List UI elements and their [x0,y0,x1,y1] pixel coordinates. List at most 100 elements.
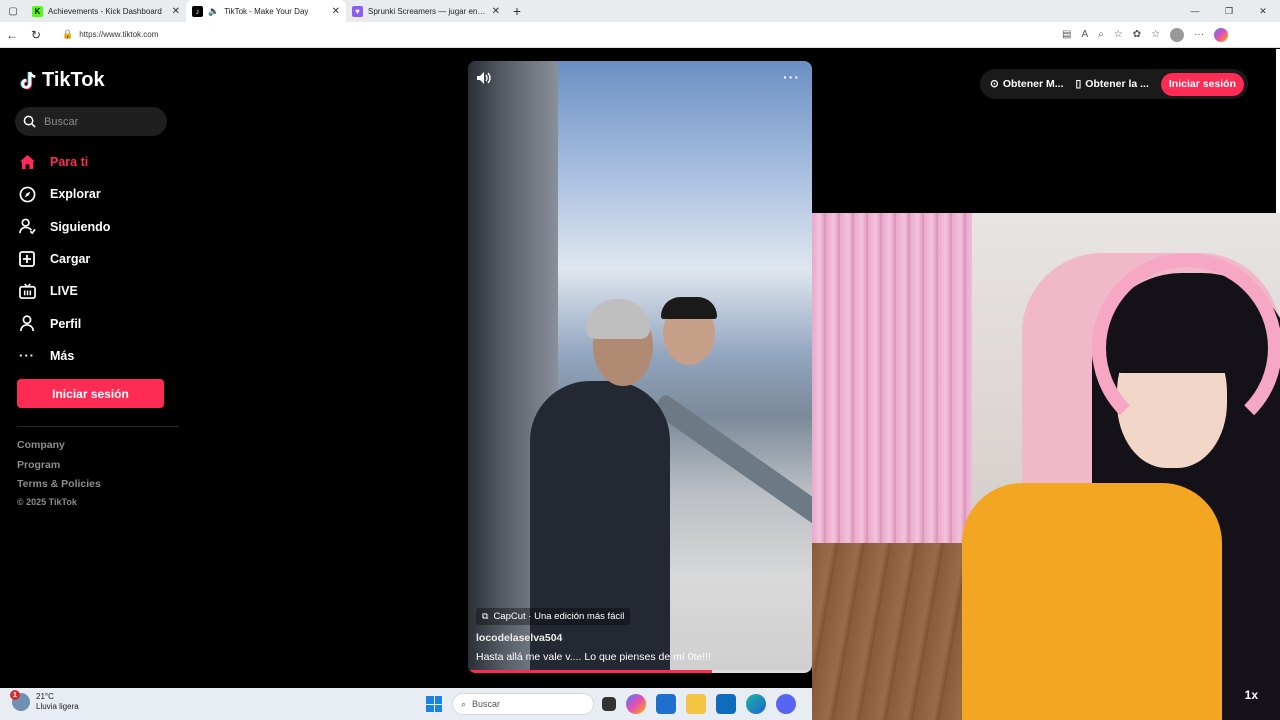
profile-icon [18,315,36,333]
close-icon[interactable]: ✕ [492,6,500,17]
windows-taskbar: 1 21°C Lluvia ligera ⌕ Buscar [0,688,812,720]
video-progress[interactable] [468,670,812,673]
phone-icon: ▯ [1075,78,1082,90]
more-options-icon[interactable]: ··· [783,69,800,85]
translate-icon[interactable]: A [1081,29,1088,40]
topright-login-button[interactable]: Iniciar sesión [1160,72,1245,96]
login-button[interactable]: Iniciar sesión [17,379,164,408]
screen: ▢ K Achievements - Kick Dashboard ✕ ♪ 🔈 … [0,0,1280,720]
url-text: https://www.tiktok.com [79,30,159,39]
copilot-app-icon[interactable] [626,694,646,714]
windows-start-icon[interactable] [426,696,442,712]
url-field[interactable]: 🔒 https://www.tiktok.com [54,24,1054,45]
speaker-icon[interactable]: 🔈 [208,6,219,17]
tiktok-favicon-icon: ♪ [192,5,203,17]
extensions-icon[interactable]: ✿ [1133,29,1141,40]
back-icon[interactable]: ← [0,28,24,42]
sidebar-item-para-ti[interactable]: Para ti [18,146,178,178]
weather-desc: Lluvia ligera [36,702,79,711]
footer-links: Company Program Terms & Policies [17,439,101,498]
capcut-anchor[interactable]: ⧉ CapCut · Una edición más fácil [476,608,631,625]
sidebar-item-label: Explorar [50,187,101,202]
sidebar-item-label: Más [50,348,75,363]
favorite-star-icon[interactable]: ☆ [1114,29,1123,40]
browser-tabbar: ▢ K Achievements - Kick Dashboard ✕ ♪ 🔈 … [0,0,1280,22]
webcam-shirt [962,483,1222,720]
video-progress-fill [468,670,713,673]
file-explorer-icon[interactable] [686,694,706,714]
weather-widget[interactable]: 1 21°C Lluvia ligera [10,690,79,712]
address-bar: ← ↻ 🔒 https://www.tiktok.com ▤ A ⌕ ☆ ✿ ☆… [0,22,1280,48]
tab-label: Sprunki Screamers — jugar en Pl... [368,6,487,16]
video-player[interactable]: ··· ⧉ CapCut · Una edición más fácil loc… [468,61,812,673]
webcam-overlay: 1x [812,213,1280,720]
video-description: Hasta allá me vale v.... Lo que pienses … [476,651,712,663]
sidebar-item-siguiendo[interactable]: Siguiendo [18,211,178,243]
get-app-button[interactable]: ▯ Obtener la ... [1076,78,1149,90]
video-frame-cap [661,297,717,319]
task-view-icon[interactable] [602,697,616,711]
copilot-icon[interactable] [1214,27,1229,42]
sidebar-item-label: Para ti [50,155,89,170]
topright-actions: ⊙ Obtener M... ▯ Obtener la ... Iniciar … [980,69,1249,99]
compass-icon [18,185,36,203]
coin-icon: ⊙ [990,78,999,90]
get-app-label: Obtener la ... [1085,78,1149,90]
site-info-icon[interactable]: 🔒 [62,29,73,40]
footer-link-company[interactable]: Company [17,439,101,459]
search-icon: ⌕ [461,698,467,709]
reader-icon[interactable]: ▤ [1062,29,1071,40]
webcam-curtain [812,213,972,553]
taskbar-search[interactable]: ⌕ Buscar [452,693,594,715]
kick-favicon-icon: K [32,5,43,17]
new-tab-button[interactable]: + [506,0,528,22]
tiktok-logo[interactable]: TikTok [20,69,105,92]
footer-link-program[interactable]: Program [17,459,101,479]
menu-dots-icon[interactable]: ··· [1194,29,1204,40]
tab-kick[interactable]: K Achievements - Kick Dashboard ✕ [26,0,186,22]
volume-icon[interactable] [476,71,492,88]
collections-icon[interactable]: ☆ [1151,29,1160,40]
profile-avatar[interactable] [1170,27,1185,42]
discord-icon[interactable] [776,694,796,714]
sidebar-nav: Para ti Explorar Siguiendo Cargar LIVE P… [18,146,178,372]
tab-actions-icon[interactable]: ▢ [0,0,26,22]
close-window-icon[interactable]: ✕ [1246,0,1280,22]
tab-sprunki[interactable]: ♥ Sprunki Screamers — jugar en Pl... ✕ [346,0,506,22]
sidebar-item-explorar[interactable]: Explorar [18,178,178,210]
edge-icon[interactable] [746,694,766,714]
sidebar-divider [17,426,179,427]
store-icon[interactable] [656,694,676,714]
live-icon [18,282,36,300]
search-input[interactable] [44,115,154,128]
sidebar-item-live[interactable]: LIVE [18,275,178,307]
tab-tiktok[interactable]: ♪ 🔈 TikTok - Make Your Day ✕ [186,0,346,22]
sidebar-item-cargar[interactable]: Cargar [18,243,178,275]
tab-label: TikTok - Make Your Day [224,6,309,16]
notification-badge: 1 [10,690,20,700]
sidebar-item-mas[interactable]: ··· Más [18,340,178,372]
video-author[interactable]: locodelaselva504 [476,632,711,644]
video-frame-railing [651,392,812,526]
home-icon [18,153,36,171]
reload-icon[interactable]: ↻ [24,28,48,42]
sidebar-item-perfil[interactable]: Perfil [18,307,178,339]
close-icon[interactable]: ✕ [172,6,180,17]
weather-text: 21°C Lluvia ligera [36,692,79,712]
minimize-icon[interactable]: — [1178,0,1212,22]
webcam-headset [1092,253,1280,443]
maximize-icon[interactable]: ❐ [1212,0,1246,22]
playback-speed[interactable]: 1x [1245,688,1258,702]
footer-link-terms[interactable]: Terms & Policies [17,478,101,498]
get-coins-label: Obtener M... [1002,78,1064,90]
search-icon [23,115,36,128]
get-coins-button[interactable]: ⊙ Obtener M... [990,78,1064,90]
zoom-icon[interactable]: ⌕ [1098,29,1104,40]
search-box[interactable] [15,107,167,136]
upload-icon [18,250,36,268]
video-frame-hair [586,299,650,339]
close-icon[interactable]: ✕ [332,6,340,17]
weather-icon: 1 [10,690,30,711]
sidebar-item-label: LIVE [50,284,78,299]
outlook-icon[interactable] [716,694,736,714]
